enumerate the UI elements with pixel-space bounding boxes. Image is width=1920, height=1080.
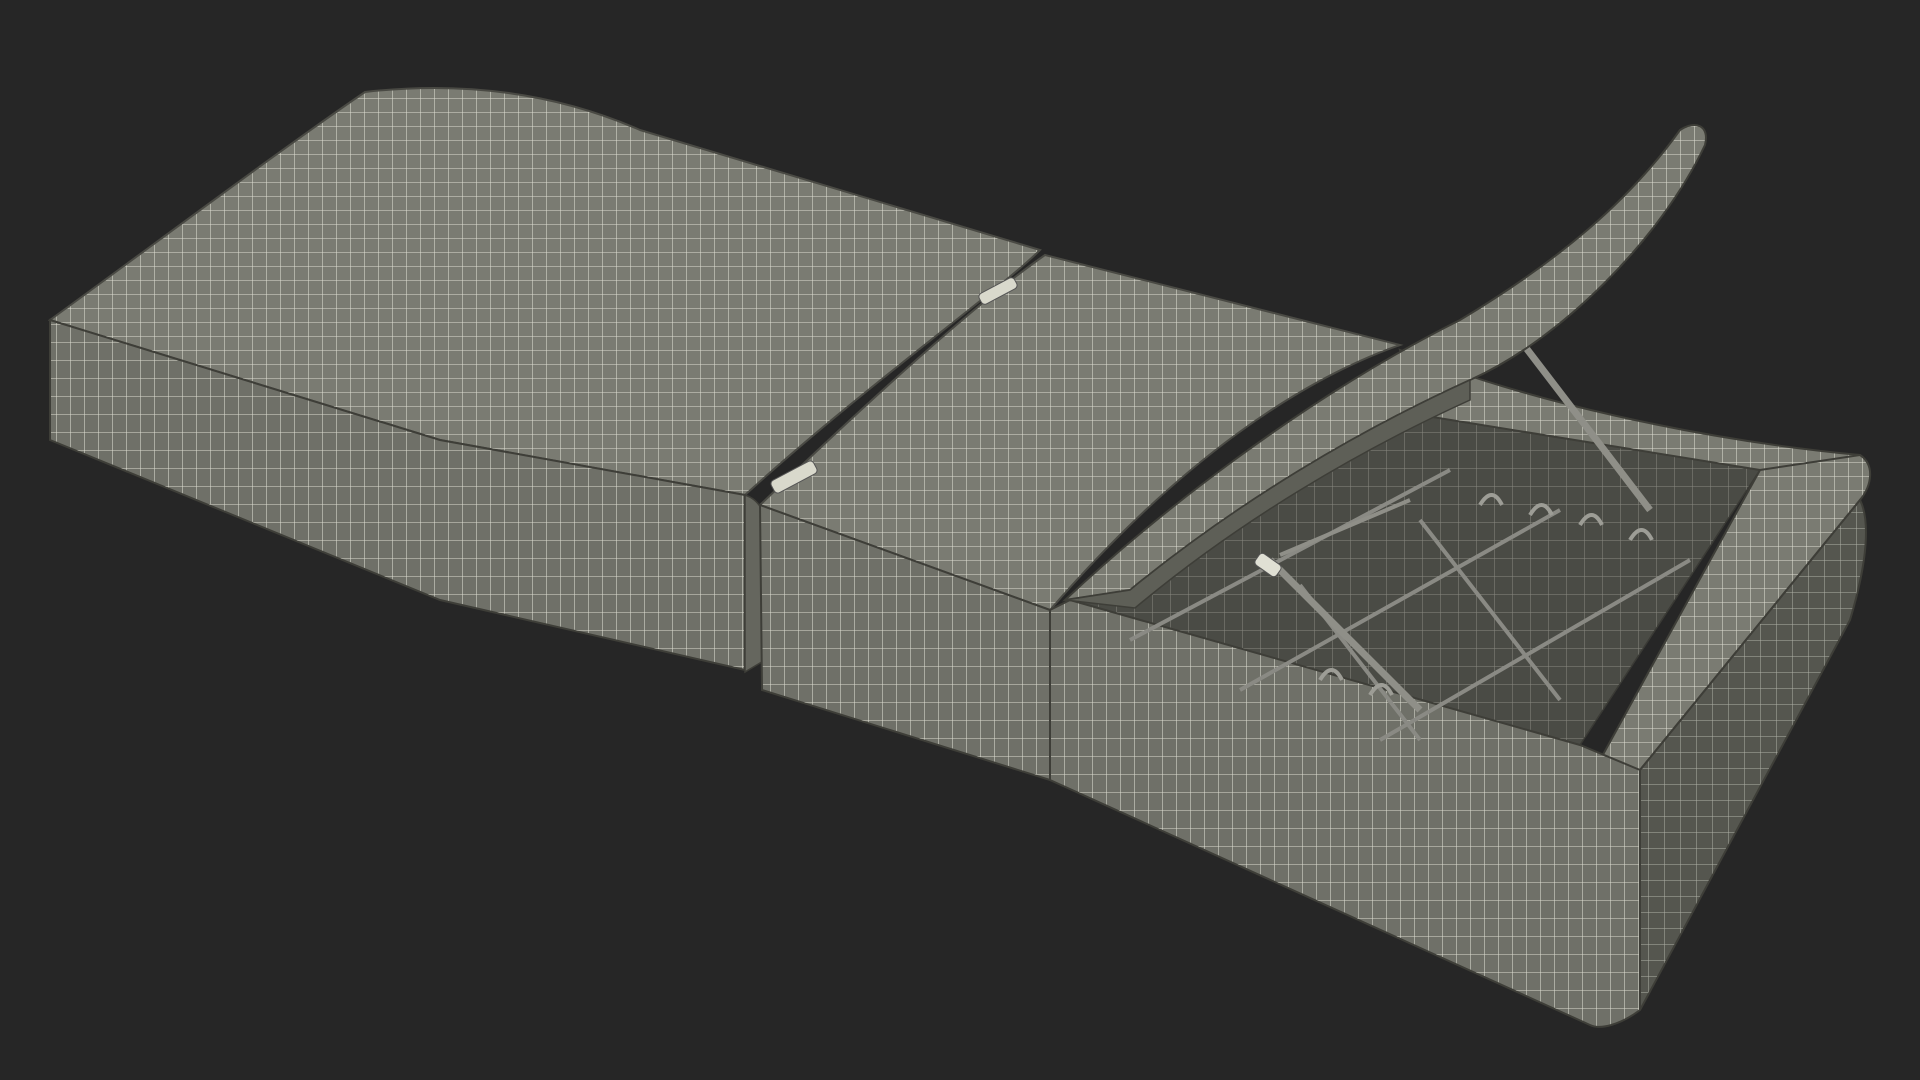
wireframe-render bbox=[47, 86, 1872, 1028]
render-viewport bbox=[0, 0, 1920, 1080]
